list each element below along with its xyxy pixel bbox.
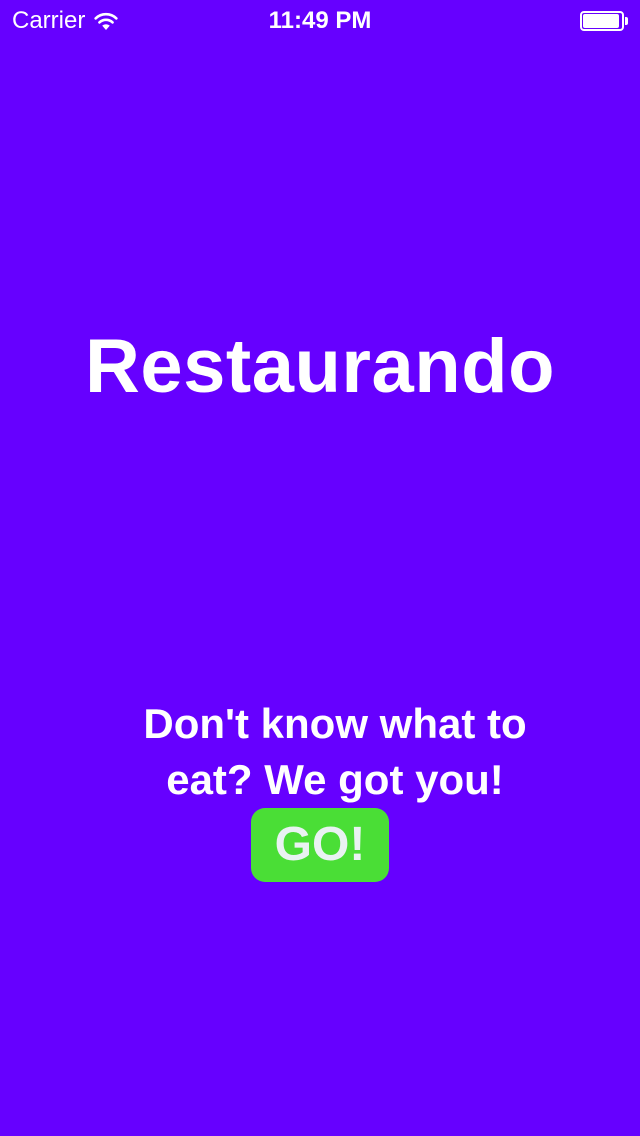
status-bar: Carrier 11:49 PM (0, 0, 640, 40)
status-time: 11:49 PM (268, 7, 372, 34)
app-title: Restaurando (84, 324, 556, 409)
battery-fill (583, 14, 619, 28)
battery-tip (625, 17, 628, 25)
go-button[interactable]: GO! (251, 808, 389, 882)
tagline-text: Don't know what to eat? We got you! (143, 700, 527, 803)
battery-icon (580, 11, 628, 31)
